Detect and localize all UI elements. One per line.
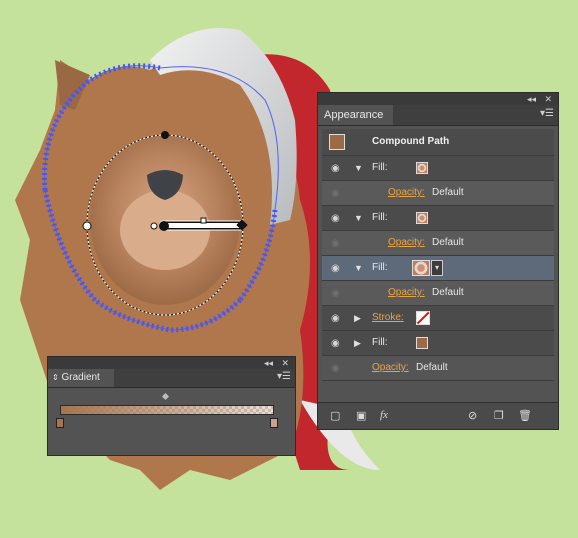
fill-swatch[interactable] (416, 212, 428, 224)
visibility-eye-icon[interactable]: ◉ (331, 363, 340, 374)
fill-swatch[interactable] (412, 260, 430, 276)
fill-label: Fill: (372, 262, 388, 273)
gradient-stop-left[interactable] (56, 418, 64, 428)
fill-row[interactable]: ◉ ▶ Fill: (322, 331, 554, 356)
opacity-link[interactable]: Opacity: (388, 287, 425, 298)
fill-label: Fill: (372, 337, 388, 348)
fill-swatch[interactable] (416, 162, 428, 174)
collapsed-triangle-icon[interactable]: ▶ (354, 338, 361, 349)
close-icon[interactable]: ✕ (281, 357, 289, 369)
visibility-eye-icon[interactable]: ◉ (331, 263, 340, 274)
object-type-label: Compound Path (372, 136, 450, 147)
opacity-link[interactable]: Opacity: (372, 362, 409, 373)
fx-icon[interactable]: fx (380, 409, 388, 421)
opacity-value: Default (416, 362, 448, 373)
opacity-value: Default (432, 287, 464, 298)
stroke-row[interactable]: ◉ ▶ Stroke: (322, 306, 554, 331)
opacity-row[interactable]: ◉ Opacity: Default (322, 181, 554, 206)
appearance-bottom-toolbar: ▢ ▣ fx ⊘ ❐ 🗑 (318, 402, 558, 429)
panel-titlebar[interactable]: ◂◂ ✕ (48, 357, 295, 369)
new-fill-icon[interactable]: ▣ (356, 409, 366, 422)
gradient-top-handle[interactable] (161, 131, 169, 139)
expand-triangle-icon[interactable]: ▼ (354, 263, 363, 273)
expand-triangle-icon[interactable]: ▼ (354, 163, 363, 173)
visibility-eye-icon[interactable]: ◉ (331, 213, 340, 224)
fill-row-selected[interactable]: ◉ ▼ Fill: ▾ (322, 256, 554, 281)
tab-gradient[interactable]: ⇕ Gradient (48, 369, 114, 387)
duplicate-item-icon[interactable]: ❐ (494, 409, 504, 422)
visibility-eye-icon[interactable]: ◉ (331, 288, 340, 299)
new-stroke-icon[interactable]: ▢ (330, 409, 340, 422)
delete-item-icon[interactable]: 🗑 (518, 409, 532, 422)
clear-appearance-icon[interactable]: ⊘ (468, 409, 477, 422)
fill-label: Fill: (372, 212, 388, 223)
gradient-left-handle[interactable] (82, 221, 92, 231)
gradient-origin-handle[interactable] (159, 221, 169, 231)
gradient-midpoint-diamond[interactable] (161, 392, 170, 401)
visibility-eye-icon[interactable]: ◉ (331, 338, 340, 349)
fill-swatch[interactable] (416, 337, 428, 349)
expand-triangle-icon[interactable]: ▼ (354, 213, 363, 223)
collapse-icon[interactable]: ◂◂ (264, 357, 273, 369)
tab-appearance[interactable]: Appearance (318, 105, 394, 125)
fill-row[interactable]: ◉ ▼ Fill: (322, 206, 554, 231)
gradient-stop-right[interactable] (270, 418, 278, 428)
visibility-eye-icon[interactable]: ◉ (331, 163, 340, 174)
panel-menu-icon[interactable]: ▾☰ (277, 372, 291, 382)
close-icon[interactable]: ✕ (544, 93, 552, 105)
opacity-link[interactable]: Opacity: (388, 187, 425, 198)
gradient-panel: ◂◂ ✕ ⇕ Gradient ▾☰ (47, 356, 296, 456)
opacity-value: Default (432, 187, 464, 198)
collapsed-triangle-icon[interactable]: ▶ (354, 313, 361, 324)
opacity-row[interactable]: ◉ Opacity: Default (322, 231, 554, 256)
object-thumbnail (329, 134, 345, 150)
panel-menu-icon[interactable]: ▾☰ (540, 109, 554, 119)
opacity-value: Default (432, 237, 464, 248)
visibility-eye-icon[interactable]: ◉ (331, 188, 340, 199)
stroke-label[interactable]: Stroke: (372, 312, 404, 323)
stroke-none-swatch[interactable] (416, 311, 430, 325)
appearance-list: Compound Path ◉ ▼ Fill: ◉ Opacity: Defau… (322, 129, 554, 381)
opacity-row[interactable]: ◉ Opacity: Default (322, 281, 554, 306)
opacity-link[interactable]: Opacity: (388, 237, 425, 248)
appearance-panel: ◂◂ ✕ Appearance ▾☰ Compound Path ◉ ▼ Fil… (317, 92, 559, 430)
tab-reorder-icon: ⇕ (52, 373, 59, 382)
fill-row[interactable]: ◉ ▼ Fill: (322, 156, 554, 181)
object-header-row[interactable]: Compound Path (322, 129, 554, 156)
fill-label: Fill: (372, 162, 388, 173)
visibility-eye-icon[interactable]: ◉ (331, 238, 340, 249)
collapse-icon[interactable]: ◂◂ (527, 93, 536, 105)
gradient-slider[interactable] (60, 405, 274, 415)
opacity-row[interactable]: ◉ Opacity: Default (322, 356, 554, 381)
swatch-dropdown-icon[interactable]: ▾ (431, 260, 443, 276)
tab-gradient-label: Gradient (61, 372, 100, 383)
visibility-eye-icon[interactable]: ◉ (331, 313, 340, 324)
panel-titlebar[interactable]: ◂◂ ✕ (318, 93, 558, 105)
